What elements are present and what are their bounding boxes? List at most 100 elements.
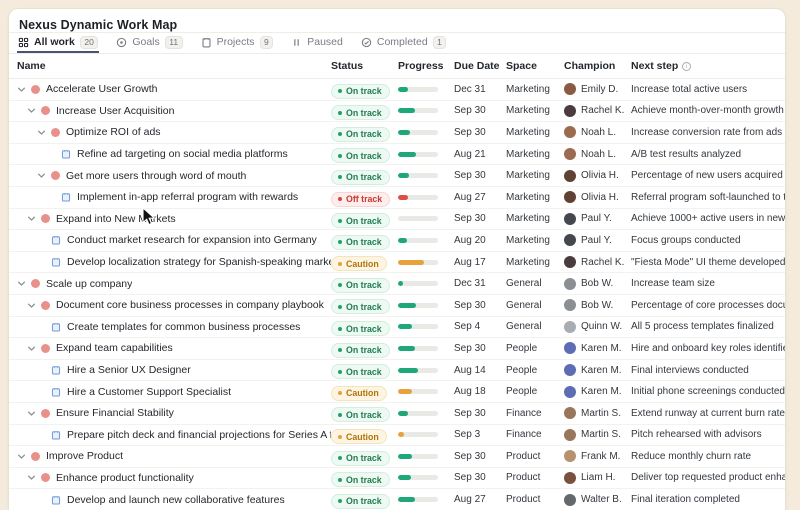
champion-cell: Bob W. xyxy=(564,299,631,311)
progress-fill xyxy=(398,368,418,373)
chevron-down-icon[interactable] xyxy=(27,473,36,482)
work-row[interactable]: Create templates for common business pro… xyxy=(9,317,785,339)
name-cell: Ensure Financial Stability xyxy=(9,407,331,419)
status-badge[interactable]: On track xyxy=(331,299,390,314)
next-step: Increase total active users xyxy=(631,84,785,95)
work-row[interactable]: Ensure Financial StabilityOn trackSep 30… xyxy=(9,403,785,425)
status-dot-icon xyxy=(338,305,342,309)
work-row[interactable]: Scale up companyOn trackDec 31GeneralBob… xyxy=(9,273,785,295)
status-badge[interactable]: Caution xyxy=(331,256,387,271)
chevron-down-icon[interactable] xyxy=(27,344,36,353)
work-row[interactable]: Hire a Senior UX DesignerOn trackAug 14P… xyxy=(9,360,785,382)
tab-all-work[interactable]: All work20 xyxy=(17,33,99,53)
work-row[interactable]: Accelerate User GrowthOn trackDec 31Mark… xyxy=(9,79,785,101)
name-cell: Develop and launch new collaborative fea… xyxy=(9,494,331,506)
work-row[interactable]: Optimize ROI of adsOn trackSep 30Marketi… xyxy=(9,122,785,144)
status-cell: On track xyxy=(331,80,398,99)
status-badge[interactable]: Caution xyxy=(331,386,387,401)
status-badge[interactable]: Off track xyxy=(331,192,390,207)
tab-projects[interactable]: Projects9 xyxy=(200,33,275,53)
work-row[interactable]: Prepare pitch deck and financial project… xyxy=(9,425,785,447)
chevron-down-icon[interactable] xyxy=(27,409,36,418)
status-badge[interactable]: On track xyxy=(331,84,390,99)
work-row[interactable]: Expand into New MarketsOn trackSep 30Mar… xyxy=(9,209,785,231)
tab-label: Paused xyxy=(307,36,343,48)
status-badge[interactable]: On track xyxy=(331,472,390,487)
status-label: On track xyxy=(346,151,382,161)
check-circle-icon xyxy=(361,37,372,48)
progress-cell xyxy=(398,303,454,308)
work-row[interactable]: Develop localization strategy for Spanis… xyxy=(9,252,785,274)
status-badge[interactable]: On track xyxy=(331,235,390,250)
tab-label: Goals xyxy=(132,36,159,48)
next-step: Achieve 1000+ active users in new countr… xyxy=(631,213,785,224)
progress-fill xyxy=(398,152,416,157)
status-badge[interactable]: On track xyxy=(331,343,390,358)
status-badge[interactable]: On track xyxy=(331,170,390,185)
name-cell: Enhance product functionality xyxy=(9,472,331,484)
status-badge[interactable]: On track xyxy=(331,451,390,466)
status-badge[interactable]: On track xyxy=(331,127,390,142)
chevron-down-icon[interactable] xyxy=(17,452,26,461)
status-badge[interactable]: On track xyxy=(331,148,390,163)
progress-fill xyxy=(398,475,411,480)
row-name: Enhance product functionality xyxy=(56,472,194,484)
work-row[interactable]: Get more users through word of mouthOn t… xyxy=(9,165,785,187)
work-row[interactable]: Refine ad targeting on social media plat… xyxy=(9,144,785,166)
champion-name: Bob W. xyxy=(581,300,613,311)
due-date: Sep 30 xyxy=(454,170,506,181)
status-badge[interactable]: On track xyxy=(331,105,390,120)
avatar xyxy=(564,234,576,246)
work-row[interactable]: Conduct market research for expansion in… xyxy=(9,230,785,252)
status-badge[interactable]: On track xyxy=(331,278,390,293)
status-cell: On track xyxy=(331,404,398,423)
chevron-down-icon[interactable] xyxy=(17,279,26,288)
status-cell: On track xyxy=(331,469,398,488)
champion-name: Martin S. xyxy=(581,429,621,440)
space-label: General xyxy=(506,300,564,311)
space-label: General xyxy=(506,321,564,332)
column-header-label: Next step xyxy=(631,60,678,72)
grid-icon xyxy=(18,37,29,48)
status-badge[interactable]: Caution xyxy=(331,429,387,444)
status-badge[interactable]: On track xyxy=(331,494,390,509)
work-row[interactable]: Increase User AcquisitionOn trackSep 30M… xyxy=(9,101,785,123)
chevron-down-icon[interactable] xyxy=(37,171,46,180)
row-name: Create templates for common business pro… xyxy=(67,321,300,333)
progress-bar xyxy=(398,346,438,351)
chevron-down-icon[interactable] xyxy=(27,301,36,310)
tab-completed[interactable]: Completed1 xyxy=(360,33,448,53)
chevron-down-icon[interactable] xyxy=(37,128,46,137)
target-icon xyxy=(116,37,127,48)
progress-bar xyxy=(398,195,438,200)
champion-name: Bob W. xyxy=(581,278,613,289)
progress-cell xyxy=(398,260,454,265)
status-cell: On track xyxy=(331,296,398,315)
chevron-down-icon[interactable] xyxy=(27,214,36,223)
status-dot-icon xyxy=(338,89,342,93)
tab-paused[interactable]: Paused xyxy=(290,33,344,53)
chevron-down-icon[interactable] xyxy=(17,85,26,94)
status-badge[interactable]: On track xyxy=(331,321,390,336)
work-row[interactable]: Document core business processes in comp… xyxy=(9,295,785,317)
work-row[interactable]: Implement in-app referral program with r… xyxy=(9,187,785,209)
work-row[interactable]: Develop and launch new collaborative fea… xyxy=(9,489,785,510)
avatar xyxy=(564,450,576,462)
work-row[interactable]: Hire a Customer Support SpecialistCautio… xyxy=(9,381,785,403)
due-date: Sep 30 xyxy=(454,127,506,138)
next-step: Initial phone screenings conducted xyxy=(631,386,785,397)
champion-cell: Bob W. xyxy=(564,278,631,290)
status-badge[interactable]: On track xyxy=(331,364,390,379)
status-label: On track xyxy=(346,324,382,334)
chevron-down-icon[interactable] xyxy=(27,106,36,115)
work-row[interactable]: Enhance product functionalityOn trackSep… xyxy=(9,468,785,490)
work-row[interactable]: Improve ProductOn trackSep 30ProductFran… xyxy=(9,446,785,468)
row-name: Improve Product xyxy=(46,450,123,462)
status-badge[interactable]: On track xyxy=(331,213,390,228)
status-badge[interactable]: On track xyxy=(331,407,390,422)
tab-goals[interactable]: Goals11 xyxy=(115,33,183,53)
progress-fill xyxy=(398,260,424,265)
space-label: Marketing xyxy=(506,84,564,95)
work-row[interactable]: Expand team capabilitiesOn trackSep 30Pe… xyxy=(9,338,785,360)
column-header-space: Space xyxy=(506,60,564,72)
